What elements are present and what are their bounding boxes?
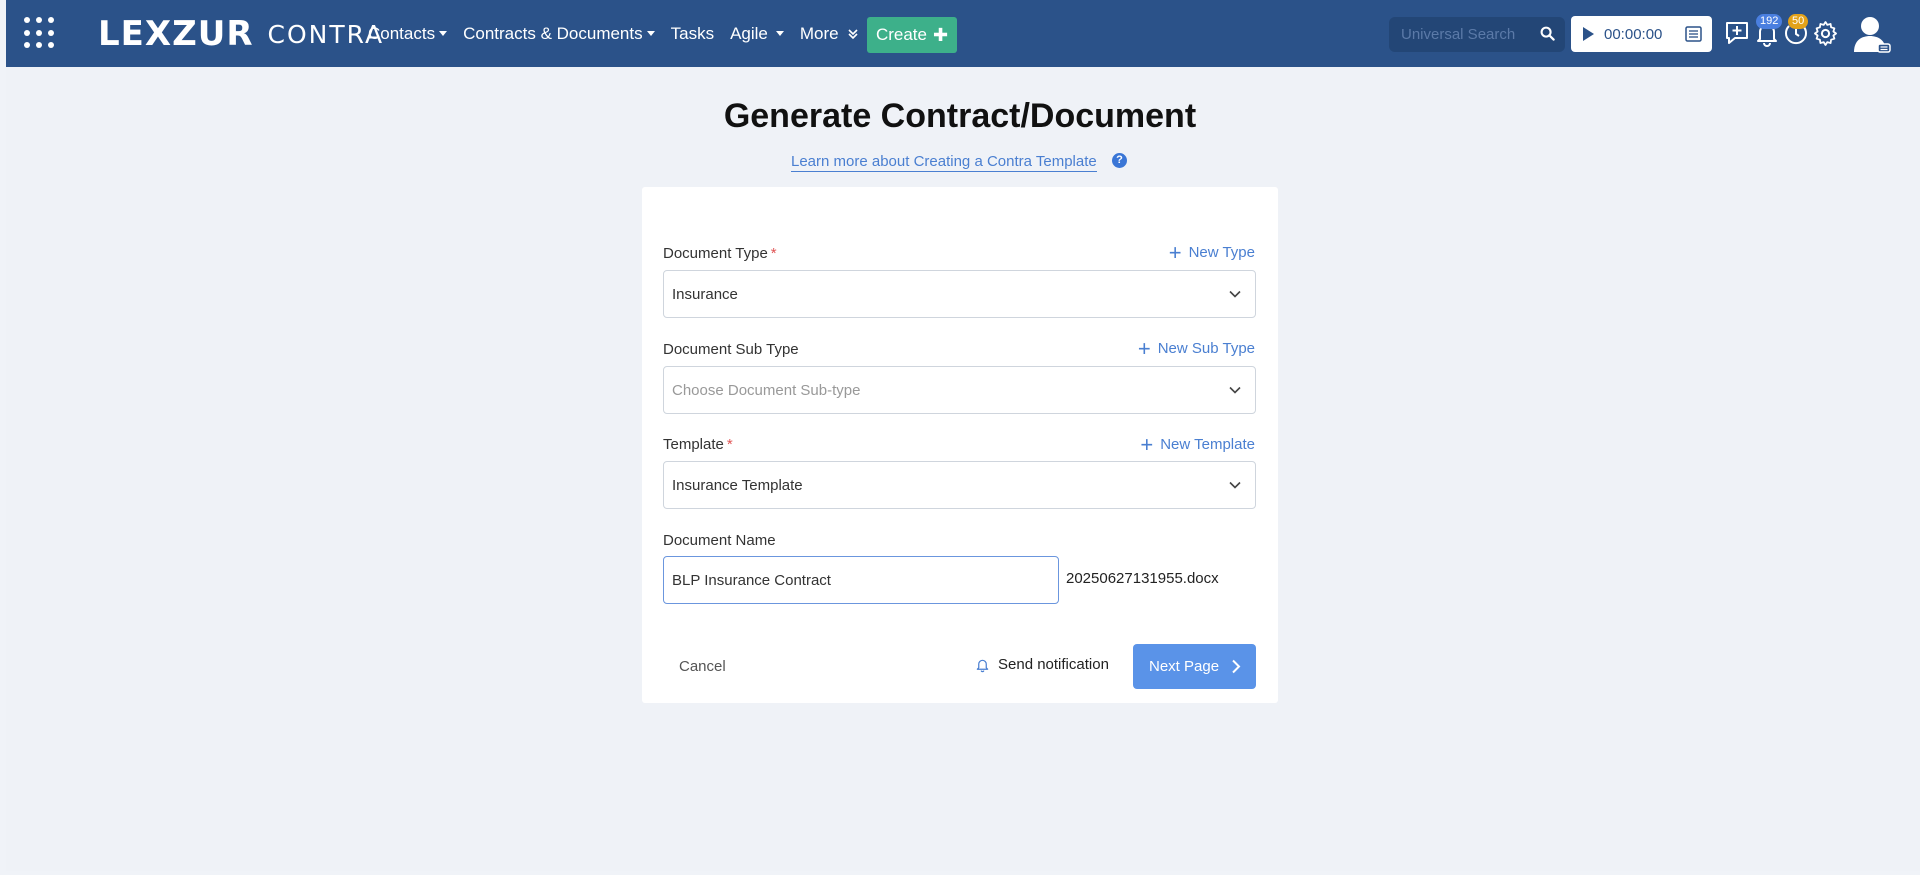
nav-contacts[interactable]: Contacts xyxy=(368,23,448,44)
timer-value: 00:00:00 xyxy=(1604,25,1663,43)
add-note-icon[interactable] xyxy=(1724,20,1750,46)
universal-search xyxy=(1389,17,1565,52)
nav-agile[interactable]: Agile xyxy=(730,24,784,44)
time-tracker[interactable]: 00:00:00 xyxy=(1571,16,1712,52)
nav-more[interactable]: More xyxy=(800,24,859,44)
send-notification-toggle[interactable]: Send notification xyxy=(975,656,1109,673)
create-button[interactable]: Create ✚ xyxy=(867,17,957,53)
time-log-icon[interactable] xyxy=(1685,26,1702,42)
nav-tasks-label: Tasks xyxy=(670,23,715,43)
template-label-text: Template xyxy=(663,436,724,453)
document-sub-type-select[interactable]: Choose Document Sub-type xyxy=(663,366,1256,414)
document-type-select[interactable]: Insurance xyxy=(663,270,1256,318)
nav-contracts-documents[interactable]: Contracts & Documents xyxy=(463,24,655,44)
document-type-value: Insurance xyxy=(672,285,738,303)
document-sub-type-label-text: Document Sub Type xyxy=(663,341,799,358)
nav-more-label: More xyxy=(799,23,839,43)
document-sub-type-placeholder: Choose Document Sub-type xyxy=(672,381,861,399)
new-template-label: New Template xyxy=(1160,436,1255,453)
template-select[interactable]: Insurance Template xyxy=(663,461,1256,509)
chevron-down-icon xyxy=(1229,481,1241,489)
new-type-link[interactable]: + New Type xyxy=(1168,239,1255,265)
caret-down-icon xyxy=(775,31,784,36)
template-value: Insurance Template xyxy=(672,476,803,494)
main-nav: Contacts Contracts & Documents Tasks Agi… xyxy=(368,0,875,67)
learn-more-link[interactable]: Learn more about Creating a Contra Templ… xyxy=(791,153,1097,172)
caret-down-icon xyxy=(646,31,655,36)
document-name-label-text: Document Name xyxy=(663,532,776,549)
logo-primary: LEXZUR xyxy=(98,14,254,54)
user-avatar-icon[interactable] xyxy=(1852,14,1892,54)
plus-icon: ✚ xyxy=(932,24,949,45)
document-name-label: Document Name xyxy=(663,532,776,549)
notifications-badge: 192 xyxy=(1756,14,1783,29)
help-icon[interactable]: ? xyxy=(1112,153,1127,168)
cancel-button[interactable]: Cancel xyxy=(679,658,726,675)
plus-icon: + xyxy=(1137,335,1151,361)
document-type-label: Document Type * xyxy=(663,245,777,262)
template-label: Template * xyxy=(663,436,733,453)
double-chevron-down-icon xyxy=(848,28,858,39)
chevron-down-icon xyxy=(1229,386,1241,394)
document-name-suffix: 20250627131955.docx xyxy=(1066,570,1219,587)
app-logo[interactable]: LEXZUR CONTRA xyxy=(98,14,384,54)
search-icon[interactable] xyxy=(1540,26,1555,41)
document-type-label-text: Document Type xyxy=(663,245,768,262)
bell-icon xyxy=(976,659,989,672)
reminders-badge: 50 xyxy=(1788,14,1809,29)
send-notification-label: Send notification xyxy=(998,656,1109,673)
new-sub-type-label: New Sub Type xyxy=(1157,340,1255,357)
required-marker: * xyxy=(770,245,777,262)
play-icon[interactable] xyxy=(1583,27,1594,41)
nav-contacts-label: Contacts xyxy=(368,23,436,43)
nav-contracts-label: Contracts & Documents xyxy=(463,23,643,43)
chevron-right-icon xyxy=(1232,659,1241,674)
nav-tasks[interactable]: Tasks xyxy=(671,24,714,44)
app-launcher-icon[interactable] xyxy=(24,17,56,49)
required-marker: * xyxy=(726,436,733,453)
plus-icon: + xyxy=(1168,239,1182,265)
create-button-label: Create xyxy=(875,25,927,44)
plus-icon: + xyxy=(1140,431,1154,457)
new-sub-type-link[interactable]: + New Sub Type xyxy=(1137,335,1255,361)
nav-agile-label: Agile xyxy=(730,23,768,43)
document-name-input[interactable] xyxy=(663,556,1059,604)
next-page-label: Next Page xyxy=(1149,658,1220,675)
new-template-link[interactable]: + New Template xyxy=(1140,431,1255,457)
universal-search-input[interactable] xyxy=(1389,26,1529,43)
next-page-button[interactable]: Next Page xyxy=(1133,644,1256,689)
document-sub-type-label: Document Sub Type xyxy=(663,341,799,358)
logo-secondary: CONTRA xyxy=(267,19,385,49)
new-type-label: New Type xyxy=(1188,244,1255,261)
settings-gear-icon[interactable] xyxy=(1812,20,1839,47)
chevron-down-icon xyxy=(1229,290,1241,298)
page-title: Generate Contract/Document xyxy=(723,97,1197,135)
caret-down-icon xyxy=(439,31,448,36)
